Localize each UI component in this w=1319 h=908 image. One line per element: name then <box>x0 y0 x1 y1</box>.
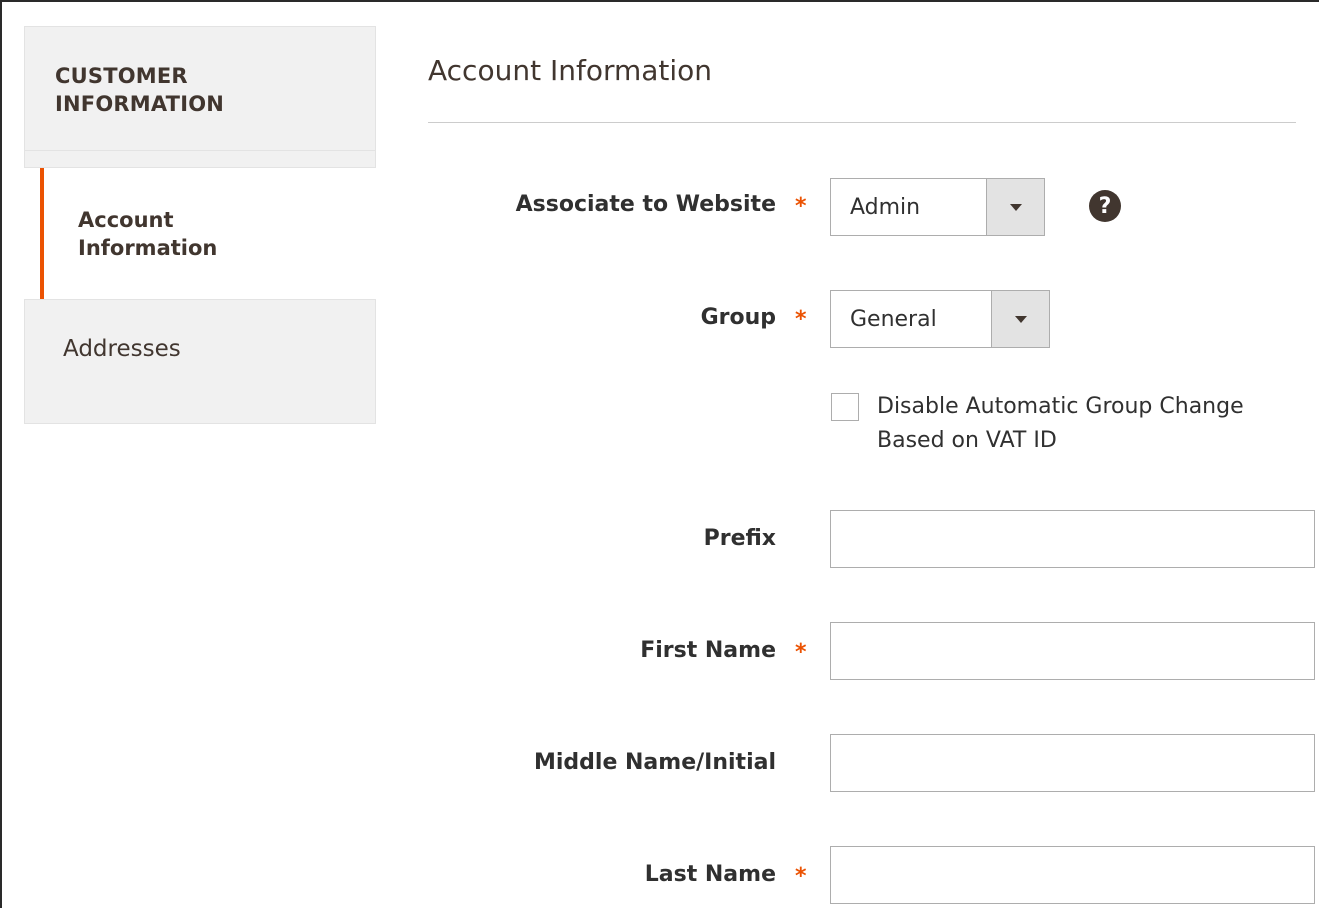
group-select[interactable]: General <box>830 290 1050 348</box>
website-select-value: Admin <box>850 194 921 220</box>
middle-name-label: Middle Name/Initial <box>533 750 776 775</box>
website-select-toggle[interactable] <box>986 179 1044 235</box>
last-name-label: Last Name <box>644 862 776 887</box>
title-divider <box>428 122 1296 123</box>
question-circle-icon[interactable]: ? <box>1089 190 1121 222</box>
middle-name-input[interactable] <box>830 734 1315 792</box>
group-label: Group <box>700 305 776 330</box>
sidebar-header-line2: INFORMATION <box>55 92 225 116</box>
page-title: Account Information <box>428 54 713 87</box>
sidebar-header-line1: CUSTOMER <box>55 64 188 88</box>
first-name-label: First Name <box>640 638 776 663</box>
disable-group-change-label-line2: Based on VAT ID <box>877 428 1057 453</box>
disable-group-change-label[interactable]: Disable Automatic Group Change Based on … <box>877 390 1317 458</box>
sidebar-item-label-line1: Account <box>78 208 174 232</box>
caret-down-icon <box>1014 315 1027 323</box>
group-select-value: General <box>850 306 937 332</box>
disable-group-change-checkbox[interactable] <box>831 393 859 421</box>
sidebar-item-account-information[interactable]: Account Information <box>40 168 376 299</box>
last-name-input[interactable] <box>830 846 1315 904</box>
prefix-label: Prefix <box>703 526 776 551</box>
sidebar-header: CUSTOMER INFORMATION <box>24 26 376 151</box>
first-name-input[interactable] <box>830 622 1315 680</box>
sidebar-separator <box>24 151 376 168</box>
first-name-required-marker: * <box>795 640 807 665</box>
group-select-toggle[interactable] <box>991 291 1049 347</box>
sidebar-item-label: Addresses <box>63 336 181 362</box>
sidebar-item-addresses[interactable]: Addresses <box>24 299 376 424</box>
caret-down-icon <box>1009 203 1022 211</box>
disable-group-change-label-line1: Disable Automatic Group Change <box>877 394 1244 419</box>
website-required-marker: * <box>795 194 807 219</box>
website-select[interactable]: Admin <box>830 178 1045 236</box>
sidebar-item-label-line2: Information <box>78 236 218 260</box>
customer-info-sidebar: CUSTOMER INFORMATION Account Information… <box>24 26 376 424</box>
prefix-input[interactable] <box>830 510 1315 568</box>
website-label: Associate to Website <box>515 192 776 217</box>
last-name-required-marker: * <box>795 864 807 889</box>
group-required-marker: * <box>795 307 807 332</box>
